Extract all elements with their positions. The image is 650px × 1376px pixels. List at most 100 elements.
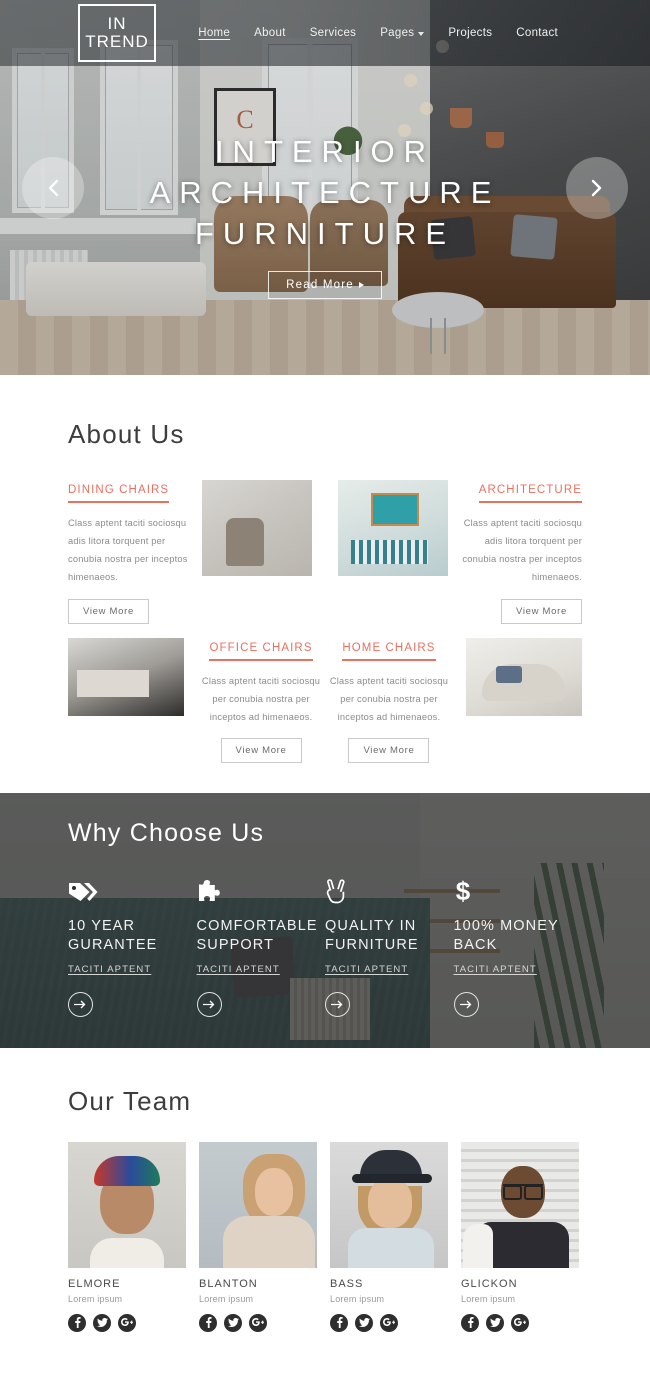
about-card-office-chairs: OFFICE CHAIRS Class aptent taciti socios…: [197, 638, 325, 763]
nav-item-projects[interactable]: Projects: [448, 27, 492, 39]
peace-hand-icon: [325, 874, 454, 904]
why-arrow-button[interactable]: [196, 992, 222, 1018]
carousel-prev-button[interactable]: [22, 157, 84, 219]
hero-read-more-button[interactable]: Read More: [268, 270, 382, 299]
google-plus-icon[interactable]: [511, 1313, 529, 1332]
why-column-money-back: $ 100% MONEY BACK TACITI APTENT: [453, 874, 583, 1018]
about-card-heading: DINING CHAIRS: [68, 484, 170, 503]
team-member-card: ELMORE Lorem ipsum: [68, 1141, 186, 1332]
nav-label: Projects: [448, 27, 493, 39]
why-heading: QUALITY IN FURNITURE: [325, 917, 419, 953]
about-card-body: Class aptent taciti sociosqu adis litora…: [68, 518, 188, 583]
nav-label: Services: [309, 27, 357, 39]
site-logo[interactable]: IN TREND: [78, 4, 156, 62]
why-arrow-button[interactable]: [68, 992, 93, 1018]
dollar-icon: $: [454, 874, 583, 904]
twitter-icon[interactable]: [486, 1313, 504, 1332]
google-plus-icon[interactable]: [118, 1313, 136, 1332]
why-heading: COMFORTABLE SUPPORT: [196, 917, 318, 953]
team-member-card: BLANTON Lorem ipsum: [199, 1141, 317, 1332]
about-card-architecture: ARCHITECTURE Class aptent taciti sociosq…: [461, 480, 582, 624]
team-member-social: [68, 1313, 186, 1332]
team-member-role: Lorem ipsum: [461, 1293, 516, 1304]
twitter-icon[interactable]: [93, 1313, 111, 1332]
google-plus-icon[interactable]: [380, 1313, 398, 1332]
about-image-office: [68, 637, 185, 716]
nav-label: Home: [198, 27, 231, 39]
about-row-bottom: OFFICE CHAIRS Class aptent taciti socios…: [68, 637, 582, 763]
nav-item-pages[interactable]: Pages: [380, 27, 425, 39]
nav-item-about[interactable]: About: [254, 27, 286, 39]
about-card-dining-chairs: DINING CHAIRS Class aptent taciti socios…: [68, 480, 189, 624]
arrow-right-icon: [331, 1000, 343, 1009]
arrow-right-icon: [74, 1000, 86, 1009]
team-grid: ELMORE Lorem ipsum BLANTON Lorem ipsum B…: [0, 1141, 650, 1332]
twitter-icon[interactable]: [355, 1313, 373, 1332]
view-more-button[interactable]: View More: [500, 598, 582, 624]
facebook-icon[interactable]: [68, 1313, 86, 1332]
hero-line-3: FURNITURE: [194, 215, 456, 251]
why-link[interactable]: TACITI APTENT: [325, 964, 408, 975]
puzzle-icon: [197, 874, 326, 904]
hero-cta-label: Read More: [286, 278, 354, 291]
facebook-icon[interactable]: [199, 1313, 217, 1332]
why-column-support: COMFORTABLE SUPPORT TACITI APTENT: [196, 874, 326, 1018]
team-member-social: [199, 1313, 317, 1332]
view-more-button[interactable]: View More: [220, 737, 302, 763]
carousel-next-button[interactable]: [566, 157, 628, 219]
team-member-name: ELMORE: [68, 1277, 121, 1290]
about-row-top: DINING CHAIRS Class aptent taciti socios…: [68, 480, 582, 624]
about-card-body: Class aptent taciti sociosqu per conubia…: [329, 675, 449, 722]
tags-icon: [68, 874, 197, 904]
team-title: Our Team: [68, 1085, 192, 1116]
landing-page: C IN TREND Home About Services Pages Pro…: [0, 0, 650, 1376]
team-member-role: Lorem ipsum: [330, 1293, 385, 1304]
logo-line-2: TREND: [85, 32, 149, 51]
team-member-photo: [199, 1141, 317, 1268]
why-choose-us-section: Why Choose Us 10 YEAR GURANTEE TACITI AP…: [0, 792, 650, 1048]
why-link[interactable]: TACITI APTENT: [68, 964, 151, 975]
why-column-quality: QUALITY IN FURNITURE TACITI APTENT: [325, 874, 454, 1018]
team-member-role: Lorem ipsum: [68, 1293, 123, 1304]
main-navigation: Home About Services Pages Projects Conta…: [198, 27, 558, 39]
why-link[interactable]: TACITI APTENT: [197, 964, 280, 975]
view-more-button[interactable]: View More: [68, 598, 150, 624]
about-card-body: Class aptent taciti sociosqu adis litora…: [462, 518, 582, 583]
google-plus-icon[interactable]: [249, 1313, 267, 1332]
why-content: Why Choose Us 10 YEAR GURANTEE TACITI AP…: [0, 793, 650, 1018]
team-member-social: [330, 1313, 448, 1332]
facebook-icon[interactable]: [330, 1313, 348, 1332]
team-member-photo: [461, 1141, 579, 1268]
team-section: Our Team ELMORE Lorem ipsum BLANTON Lore…: [0, 1048, 650, 1376]
about-image-home: [338, 480, 448, 576]
chevron-down-icon: [418, 32, 425, 36]
why-title: Why Choose Us: [68, 818, 265, 847]
about-section: About Us DINING CHAIRS Class aptent taci…: [0, 375, 650, 793]
arrow-right-icon: [459, 1000, 471, 1009]
about-card-home-chairs: HOME CHAIRS Class aptent taciti sociosqu…: [325, 638, 453, 763]
nav-item-home[interactable]: Home: [198, 27, 230, 39]
facebook-icon[interactable]: [461, 1313, 479, 1332]
why-arrow-button[interactable]: [325, 992, 350, 1018]
logo-line-1: IN: [107, 14, 127, 34]
about-card-heading: OFFICE CHAIRS: [209, 642, 313, 661]
about-title: About Us: [68, 419, 185, 449]
why-columns: 10 YEAR GURANTEE TACITI APTENT COMFORTAB…: [68, 874, 583, 1018]
why-link[interactable]: TACITI APTENT: [454, 964, 537, 975]
svg-text:$: $: [455, 877, 470, 904]
why-heading: 100% MONEY BACK: [453, 917, 559, 953]
view-more-button[interactable]: View More: [348, 737, 430, 763]
twitter-icon[interactable]: [224, 1313, 242, 1332]
about-card-heading: ARCHITECTURE: [478, 484, 582, 503]
team-member-name: GLICKON: [461, 1277, 518, 1290]
about-image-dining: [202, 480, 312, 576]
nav-item-services[interactable]: Services: [310, 27, 357, 39]
hero-content: INTERIOR ARCHITECTURE FURNITURE Read Mor…: [0, 132, 650, 299]
arrow-right-icon: [202, 1000, 214, 1009]
about-card-body: Class aptent taciti sociosqu per conubia…: [201, 675, 321, 722]
nav-item-contact[interactable]: Contact: [516, 27, 558, 39]
why-arrow-button[interactable]: [453, 992, 479, 1018]
team-member-photo: [68, 1141, 186, 1268]
about-image-lounge: [465, 637, 582, 716]
chevron-right-icon: [591, 179, 602, 197]
